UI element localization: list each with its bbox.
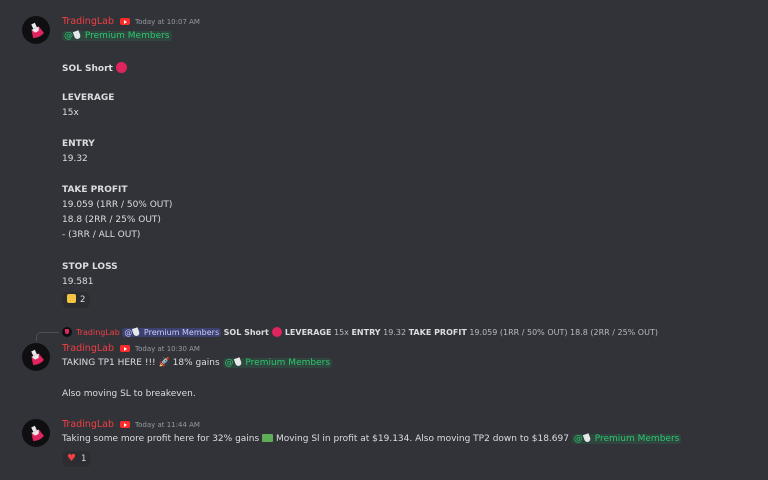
avatar[interactable] [22,419,50,447]
youtube-badge-icon [120,345,130,352]
flask-icon [233,357,242,367]
reply-avatar [62,327,72,337]
flask-logo-icon [31,349,44,365]
role-mention[interactable]: @ Premium Members [571,433,682,444]
youtube-badge-icon [120,421,130,428]
stop-loss-label: STOP LOSS [62,262,118,272]
timestamp: Today at 10:07 AM [135,18,200,26]
trade-title: SOL Short [62,62,127,74]
flask-logo-icon [31,425,44,441]
thumbs-up-icon [67,294,76,303]
role-mention[interactable]: @ Premium Members [222,357,333,368]
entry-value: 19.32 [62,154,88,164]
rocket-icon: 🚀 [158,358,170,368]
money-icon [262,434,274,442]
heart-icon: ♥ [67,453,76,464]
username[interactable]: TradingLab [62,419,114,430]
reply-preview[interactable]: TradingLab @ Premium Members SOL Short LE… [62,327,658,337]
take-profit-1: 19.059 (1RR / 50% OUT) [62,200,173,210]
message-text: Taking some more profit here for 32% gai… [62,433,682,444]
avatar[interactable] [22,16,50,44]
take-profit-3: - (3RR / ALL OUT) [62,230,141,240]
reaction-thumbs-up[interactable]: 2 [62,292,91,308]
flask-icon [582,433,592,443]
leverage-value: 15x [62,108,79,118]
username[interactable]: TradingLab [62,343,114,354]
youtube-badge-icon [120,18,130,25]
flask-logo-icon [31,22,44,38]
take-profit-label: TAKE PROFIT [62,185,128,195]
entry-label: ENTRY [62,139,95,149]
reaction-heart[interactable]: ♥ 1 [62,451,92,467]
timestamp: Today at 11:44 AM [135,421,200,429]
reply-connector [36,332,59,341]
timestamp: Today at 10:30 AM [135,345,200,353]
flask-icon [72,30,82,40]
username[interactable]: TradingLab [62,16,114,27]
role-mention[interactable]: @ Premium Members [62,30,172,41]
red-circle-icon [271,327,282,337]
leverage-label: LEVERAGE [62,93,115,103]
red-circle-icon [115,62,127,73]
stop-loss-value: 19.581 [62,277,94,287]
take-profit-2: 18.8 (2RR / 25% OUT) [62,215,161,225]
flask-icon [132,327,141,337]
message-text: TAKING TP1 HERE !!! 🚀 18% gains @ Premiu… [62,357,333,368]
avatar[interactable] [22,343,50,371]
message-text-2: Also moving SL to breakeven. [62,389,196,399]
